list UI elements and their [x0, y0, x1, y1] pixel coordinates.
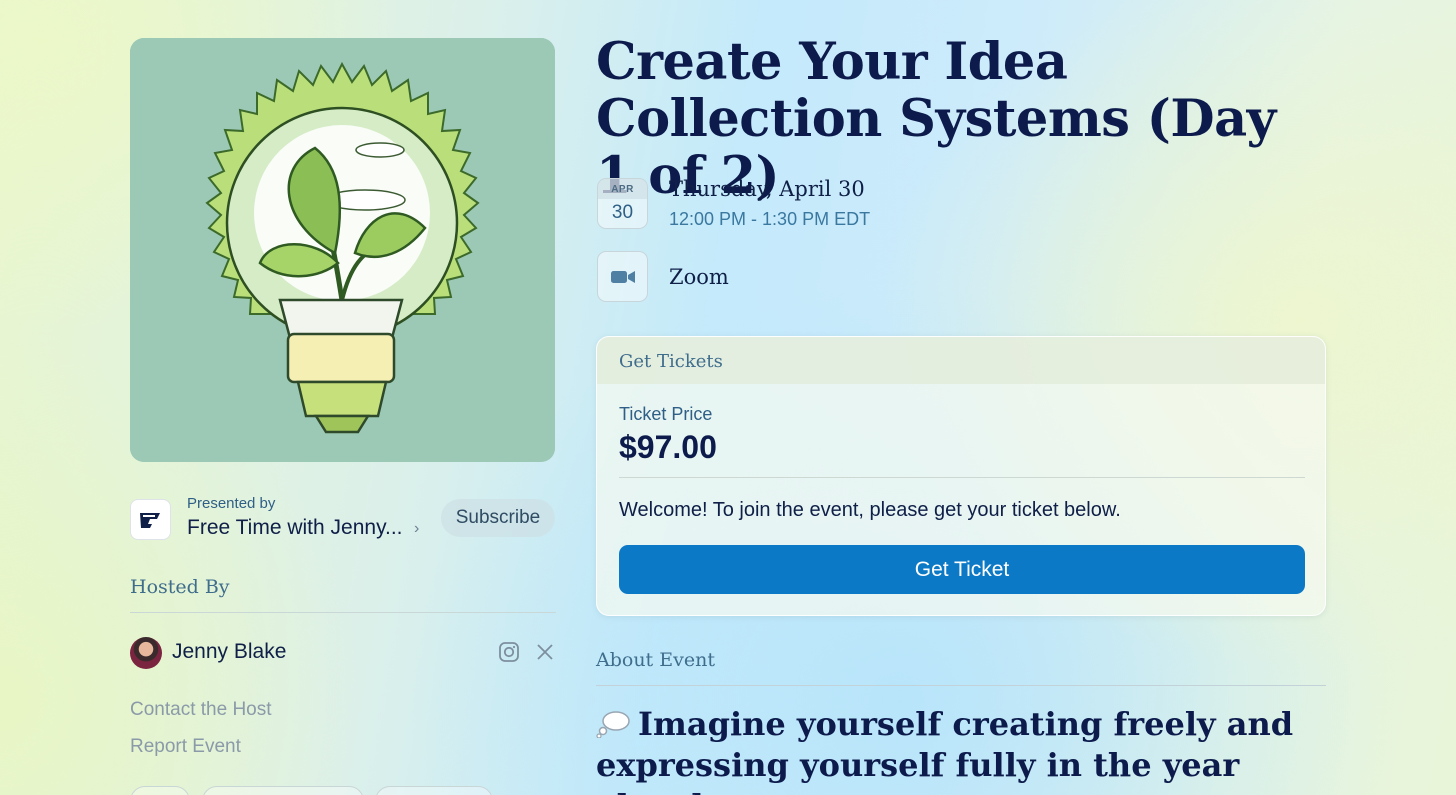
- tag-pill[interactable]: [375, 786, 493, 795]
- avatar: [130, 637, 162, 669]
- event-time: 12:00 PM - 1:30 PM EDT: [669, 209, 871, 229]
- ticket-card: Get Tickets Ticket Price $97.00 Welcome!…: [596, 336, 1326, 616]
- tag-pill[interactable]: [130, 786, 190, 795]
- event-cover-image: [130, 38, 555, 462]
- event-location: Zoom: [669, 265, 729, 289]
- divider: [596, 685, 1326, 686]
- get-ticket-button[interactable]: Get Ticket: [619, 545, 1305, 594]
- host-name[interactable]: Jenny Blake: [172, 640, 286, 664]
- calendar-date-icon: APR 30: [597, 178, 648, 229]
- tag-pill[interactable]: [202, 786, 364, 795]
- presenter-name-link[interactable]: Free Time with Jenny...: [187, 516, 403, 540]
- instagram-icon[interactable]: [498, 641, 520, 663]
- report-event-link[interactable]: Report Event: [130, 736, 241, 758]
- about-event-headline: Imagine yourself creating freely and exp…: [596, 704, 1326, 795]
- presented-by-label: Presented by: [187, 495, 276, 512]
- event-date: Thursday, April 30: [669, 177, 865, 201]
- lightbulb-plant-illustration: [130, 38, 555, 462]
- divider: [619, 477, 1305, 478]
- chevron-right-icon: ›: [414, 520, 420, 537]
- ticket-price-label: Ticket Price: [619, 404, 713, 424]
- presented-by-row[interactable]: Presented by Free Time with Jenny... › S…: [130, 494, 555, 544]
- contact-host-link[interactable]: Contact the Host: [130, 699, 272, 721]
- about-event-heading: About Event: [596, 649, 715, 671]
- calendar-month: APR: [598, 179, 647, 199]
- about-headline-text: Imagine yourself creating freely and exp…: [596, 705, 1294, 795]
- x-icon[interactable]: [535, 642, 555, 662]
- ticket-price: $97.00: [619, 429, 717, 465]
- calendar-day: 30: [611, 202, 634, 223]
- ticket-welcome-text: Welcome! To join the event, please get y…: [619, 499, 1121, 521]
- hosted-by-heading: Hosted By: [130, 576, 230, 598]
- host-row[interactable]: Jenny Blake: [130, 636, 556, 670]
- ticket-card-header: Get Tickets: [597, 337, 1325, 384]
- video-camera-icon: [597, 251, 648, 302]
- thought-balloon-icon: [596, 711, 630, 738]
- divider: [130, 612, 556, 613]
- subscribe-button[interactable]: Subscribe: [441, 499, 555, 537]
- publisher-logo-icon: [130, 499, 171, 540]
